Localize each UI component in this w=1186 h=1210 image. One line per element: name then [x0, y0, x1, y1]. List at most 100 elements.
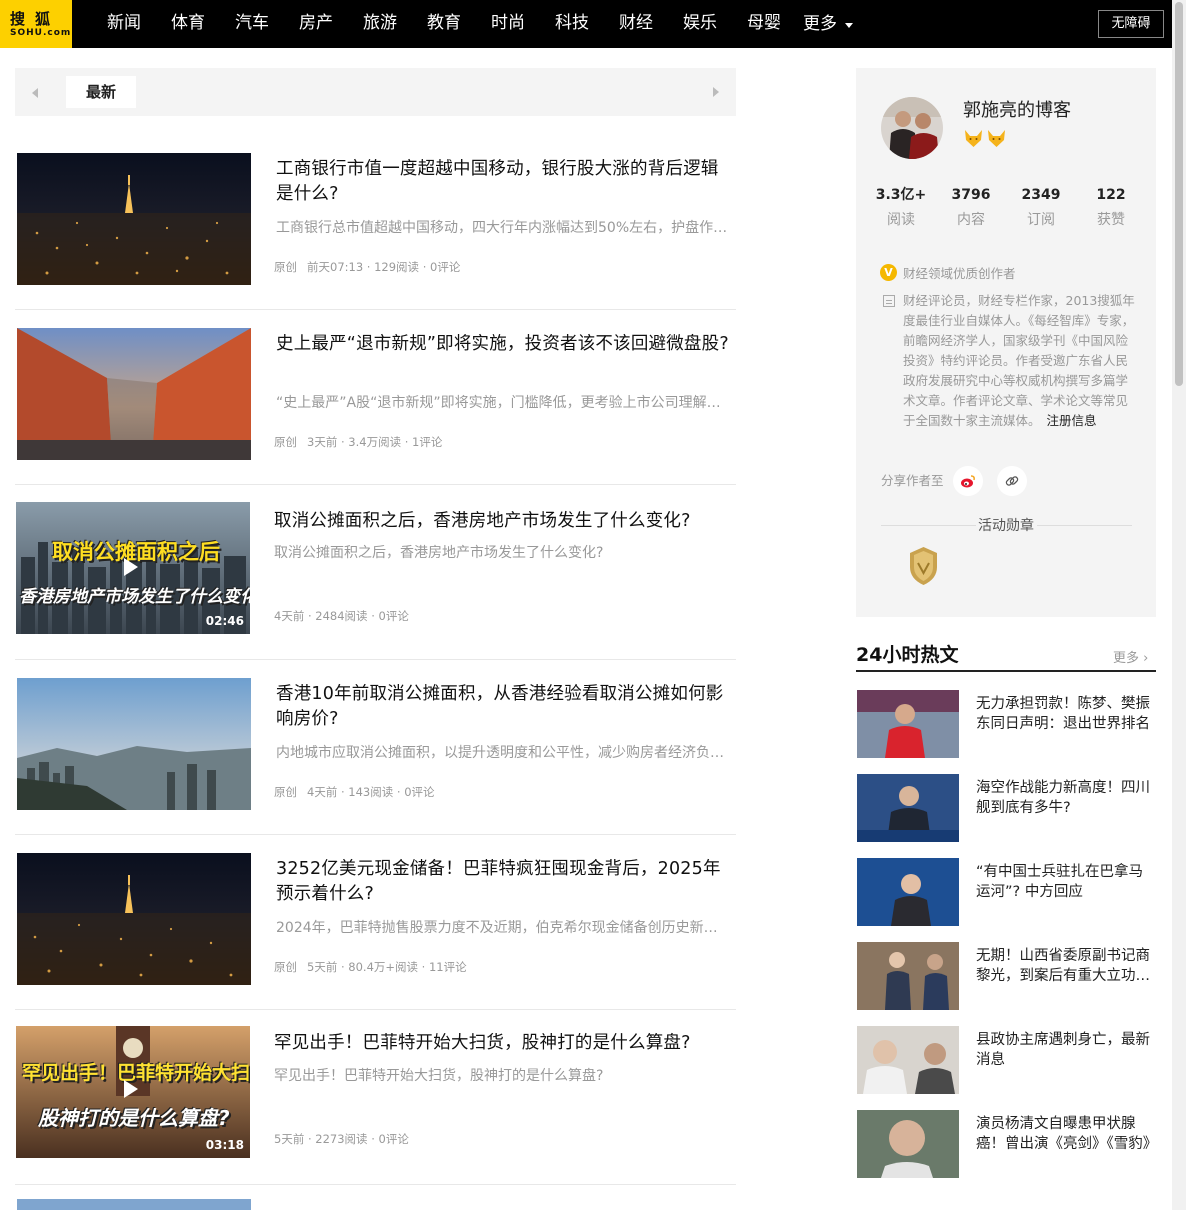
nav-item-baby[interactable]: 母婴	[732, 0, 796, 48]
qualification-text: 财经领域优质创作者	[903, 266, 1016, 281]
video-article-card[interactable]: 取消公摊面积之后 香港房地产市场发生了什么变化? 02:46 取消公摊面积之后，…	[15, 485, 736, 660]
tab-next-arrow-icon[interactable]	[713, 87, 719, 97]
nav-item-education[interactable]: 教育	[412, 0, 476, 48]
hot-article-item[interactable]: 无力承担罚款！陈梦、樊振东同日声明：退出世界排名	[856, 690, 1156, 758]
play-icon[interactable]	[124, 558, 138, 576]
article-meta: 4天前 · 2484阅读 · 0评论	[274, 608, 409, 624]
nav-item-finance[interactable]: 财经	[604, 0, 668, 48]
author-name[interactable]: 郭施亮的博客	[963, 96, 1071, 122]
hot-article-title[interactable]: 无期！山西省委原副书记商黎光，到案后有重大立功表现	[976, 946, 1156, 986]
author-avatar[interactable]	[881, 97, 943, 159]
stat-reads: 3.3亿+ 阅读	[866, 185, 936, 230]
share-label: 分享作者至	[881, 473, 944, 488]
hot-article-title[interactable]: 县政协主席遇刺身亡，最新消息	[976, 1030, 1156, 1070]
video-overlay-subtitle: 股神打的是什么算盘?	[38, 1106, 230, 1130]
hot-article-thumbnail[interactable]	[857, 1026, 959, 1094]
hot-article-item[interactable]: 海空作战能力新高度！四川舰到底有多牛?	[856, 774, 1156, 842]
article-title[interactable]: 3252亿美元现金储备！巴菲特疯狂囤现金背后，2025年预示着什么?	[276, 857, 736, 907]
hot-articles-title: 24小时热文	[856, 644, 959, 666]
article-card[interactable]: 史上最严“退市新规”即将实施，投资者该不该回避微盘股? “史上最严”A股“退市新…	[15, 310, 736, 485]
nav-item-fashion[interactable]: 时尚	[476, 0, 540, 48]
original-badge: 原创	[274, 960, 297, 974]
nav-item-news[interactable]: 新闻	[92, 0, 156, 48]
video-thumbnail[interactable]: 取消公摊面积之后 香港房地产市场发生了什么变化? 02:46	[16, 502, 250, 634]
hot-article-thumbnail[interactable]	[857, 942, 959, 1010]
nav-item-auto[interactable]: 汽车	[220, 0, 284, 48]
article-stats: 前天07:13 · 129阅读 · 0评论	[307, 260, 461, 274]
stat-value: 2349	[1021, 187, 1061, 203]
stat-label: 获赞	[1097, 212, 1125, 228]
article-meta: 原创 4天前 · 143阅读 · 0评论	[274, 784, 435, 800]
top-nav-bar: 搜狐 SOHU.com 新闻 体育 汽车 房产 旅游 教育 时尚 科技 财经 娱…	[0, 0, 1172, 48]
hot-article-thumbnail[interactable]	[857, 690, 959, 758]
register-info-link[interactable]: 注册信息	[1047, 413, 1097, 428]
accessibility-button[interactable]: 无障碍	[1098, 10, 1164, 38]
page-scrollbar-thumb[interactable]	[1175, 2, 1183, 386]
stat-label: 内容	[957, 212, 985, 228]
article-summary: 工商银行总市值超越中国移动，四大行年内涨幅达到50%左右，护盘作用显著。	[276, 220, 731, 236]
hot-article-item[interactable]: 无期！山西省委原副书记商黎光，到案后有重大立功表现	[856, 942, 1156, 1010]
nav-item-entertainment[interactable]: 娱乐	[668, 0, 732, 48]
play-icon[interactable]	[124, 1080, 138, 1098]
original-badge: 原创	[274, 785, 297, 799]
article-meta: 原创 前天07:13 · 129阅读 · 0评论	[274, 259, 460, 275]
article-thumbnail[interactable]	[17, 153, 251, 285]
stat-subscribers: 2349 订阅	[1006, 185, 1076, 230]
article-title[interactable]: 史上最严“退市新规”即将实施，投资者该不该回避微盘股?	[276, 332, 736, 357]
tab-prev-arrow-icon[interactable]	[32, 88, 38, 98]
hot-more-link[interactable]: 更多 ›	[1113, 647, 1148, 666]
article-title[interactable]: 工商银行市值一度超越中国移动，银行股大涨的背后逻辑是什么?	[276, 157, 736, 207]
channel-nav: 新闻 体育 汽车 房产 旅游 教育 时尚 科技 财经 娱乐 母婴 更多	[92, 0, 860, 48]
video-article-card[interactable]: 罕见出手！巴菲特开始大扫货 股神打的是什么算盘? 03:18 罕见出手！巴菲特开…	[15, 1010, 736, 1185]
original-badge: 原创	[274, 260, 297, 274]
original-badge: 原创	[274, 435, 297, 449]
stat-value: 3.3亿+	[875, 187, 927, 203]
video-duration: 03:18	[205, 1138, 244, 1152]
article-title[interactable]: 香港10年前取消公摊面积，从香港经验看取消公摊如何影响房价?	[276, 682, 736, 732]
article-meta: 原创 5天前 · 80.4万+阅读 · 11评论	[274, 959, 467, 975]
feed-tab-bar: 最新	[15, 68, 736, 116]
article-title[interactable]: 取消公摊面积之后，香港房地产市场发生了什么变化?	[274, 509, 734, 534]
video-thumbnail[interactable]: 罕见出手！巴菲特开始大扫货 股神打的是什么算盘? 03:18	[16, 1026, 250, 1158]
hot-article-title[interactable]: “有中国士兵驻扎在巴拿马运河”? 中方回应	[976, 862, 1156, 902]
hot-article-title[interactable]: 无力承担罚款！陈梦、樊振东同日声明：退出世界排名	[976, 694, 1156, 734]
hot-article-item[interactable]: 县政协主席遇刺身亡，最新消息	[856, 1026, 1156, 1094]
article-title[interactable]: 罕见出手！巴菲特开始大扫货，股神打的是什么算盘?	[274, 1031, 734, 1056]
article-thumbnail[interactable]	[17, 853, 251, 985]
activity-medal-icon[interactable]	[907, 545, 940, 587]
nav-more-dropdown[interactable]: 更多	[796, 0, 860, 48]
chevron-right-icon: ›	[1143, 651, 1149, 666]
hot-article-thumbnail[interactable]	[857, 774, 959, 842]
author-medals	[963, 128, 1007, 149]
sohu-logo[interactable]: 搜狐 SOHU.com	[0, 0, 72, 48]
stat-likes: 122 获赞	[1076, 185, 1146, 230]
nav-item-tech[interactable]: 科技	[540, 0, 604, 48]
stat-label: 订阅	[1027, 212, 1055, 228]
hot-divider	[856, 670, 1156, 672]
article-card[interactable]: 香港10年前取消公摊面积，从香港经验看取消公摊如何影响房价? 内地城市应取消公摊…	[15, 660, 736, 835]
article-thumbnail[interactable]	[17, 328, 251, 460]
nav-item-travel[interactable]: 旅游	[348, 0, 412, 48]
tab-latest[interactable]: 最新	[66, 76, 136, 108]
article-card[interactable]: 工商银行市值一度超越中国移动，银行股大涨的背后逻辑是什么? 工商银行总市值超越中…	[15, 135, 736, 310]
hot-article-item[interactable]: 演员杨清文自曝患甲状腺癌！曾出演《亮剑》《雪豹》	[856, 1110, 1156, 1178]
verified-icon: V	[880, 264, 897, 281]
hot-article-thumbnail[interactable]	[857, 858, 959, 926]
share-weibo-button[interactable]	[953, 466, 983, 496]
hot-article-item[interactable]: “有中国士兵驻扎在巴拿马运河”? 中方回应	[856, 858, 1156, 926]
article-summary: 内地城市应取消公摊面积，以提升透明度和公平性，减少购房者经济负担。	[276, 745, 731, 761]
hot-article-thumbnail[interactable]	[857, 1110, 959, 1178]
article-thumbnail-partial[interactable]	[17, 1199, 251, 1210]
article-meta: 原创 3天前 · 3.4万阅读 · 1评论	[274, 434, 442, 450]
article-stats: 4天前 · 143阅读 · 0评论	[307, 785, 435, 799]
hot-article-title[interactable]: 演员杨清文自曝患甲状腺癌！曾出演《亮剑》《雪豹》	[976, 1114, 1156, 1154]
article-card[interactable]: 3252亿美元现金储备！巴菲特疯狂囤现金背后，2025年预示着什么? 2024年…	[15, 835, 736, 1010]
article-meta: 5天前 · 2273阅读 · 0评论	[274, 1131, 409, 1147]
share-link-button[interactable]	[997, 466, 1027, 496]
nav-item-house[interactable]: 房产	[284, 0, 348, 48]
article-thumbnail[interactable]	[17, 678, 251, 810]
author-stats: 3.3亿+ 阅读 3796 内容 2349 订阅 122 获赞	[866, 185, 1146, 230]
nav-item-sports[interactable]: 体育	[156, 0, 220, 48]
hot-article-title[interactable]: 海空作战能力新高度！四川舰到底有多牛?	[976, 778, 1156, 818]
article-summary: 2024年，巴菲特抛售股票力度不及近期，伯克希尔现金储备创历史新高。	[276, 920, 731, 936]
